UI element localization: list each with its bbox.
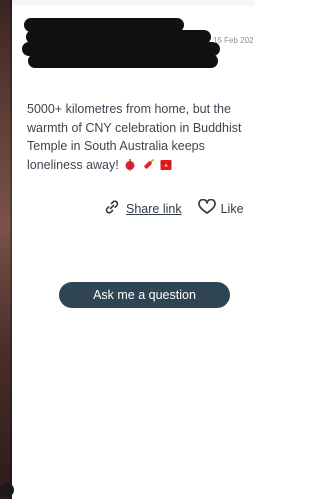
bottom-indicator <box>0 483 14 497</box>
top-edge <box>12 0 254 6</box>
ask-question-button[interactable]: Ask me a question <box>59 282 230 308</box>
link-icon <box>104 199 120 218</box>
share-link-button[interactable]: Share link <box>104 199 182 218</box>
post-body: 5000+ kilometres from home, but the warm… <box>27 100 249 176</box>
share-link-label: Share link <box>126 201 182 216</box>
redacted-author-header <box>22 18 222 70</box>
firecracker-icon <box>142 158 154 177</box>
background-photo-strip <box>0 0 12 499</box>
post-date: 15 Feb 202 <box>213 36 254 45</box>
post-text: 5000+ kilometres from home, but the warm… <box>27 102 242 172</box>
heart-icon <box>197 198 216 218</box>
like-button[interactable]: Like <box>197 198 244 218</box>
red-lantern-icon <box>125 158 135 177</box>
post-actions: Share link Like <box>104 198 244 218</box>
red-envelope-icon <box>160 158 172 177</box>
like-label: Like <box>220 201 244 216</box>
